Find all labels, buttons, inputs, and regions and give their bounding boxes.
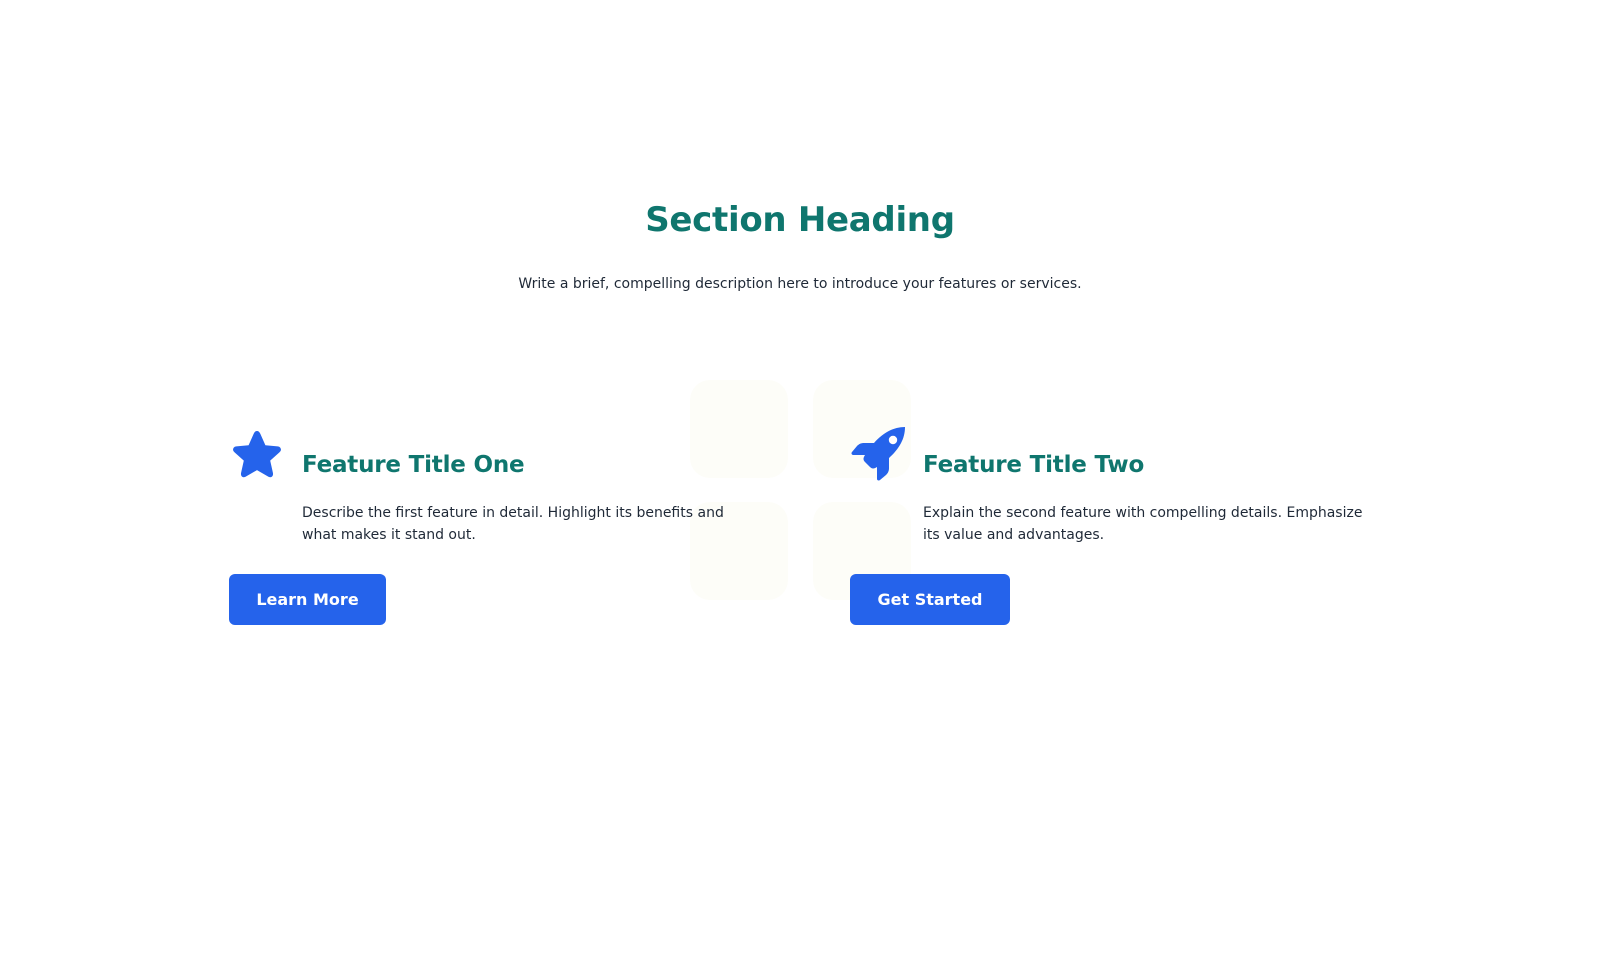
section-description: Write a brief, compelling description he… (518, 276, 1082, 292)
feature-description: Explain the second feature with compelli… (923, 505, 1363, 543)
star-icon (233, 431, 281, 478)
rocket-icon (851, 427, 905, 481)
features-section: Section Heading Write a brief, compellin… (0, 0, 1600, 978)
feature-description: Describe the first feature in detail. Hi… (302, 505, 724, 543)
learn-more-button[interactable]: Learn More (229, 574, 386, 625)
feature-title: Feature Title Two (923, 452, 1145, 478)
feature-title: Feature Title One (302, 452, 525, 478)
section-heading: Section Heading (645, 200, 955, 240)
get-started-button[interactable]: Get Started (850, 574, 1010, 625)
decorative-tile (690, 380, 788, 478)
